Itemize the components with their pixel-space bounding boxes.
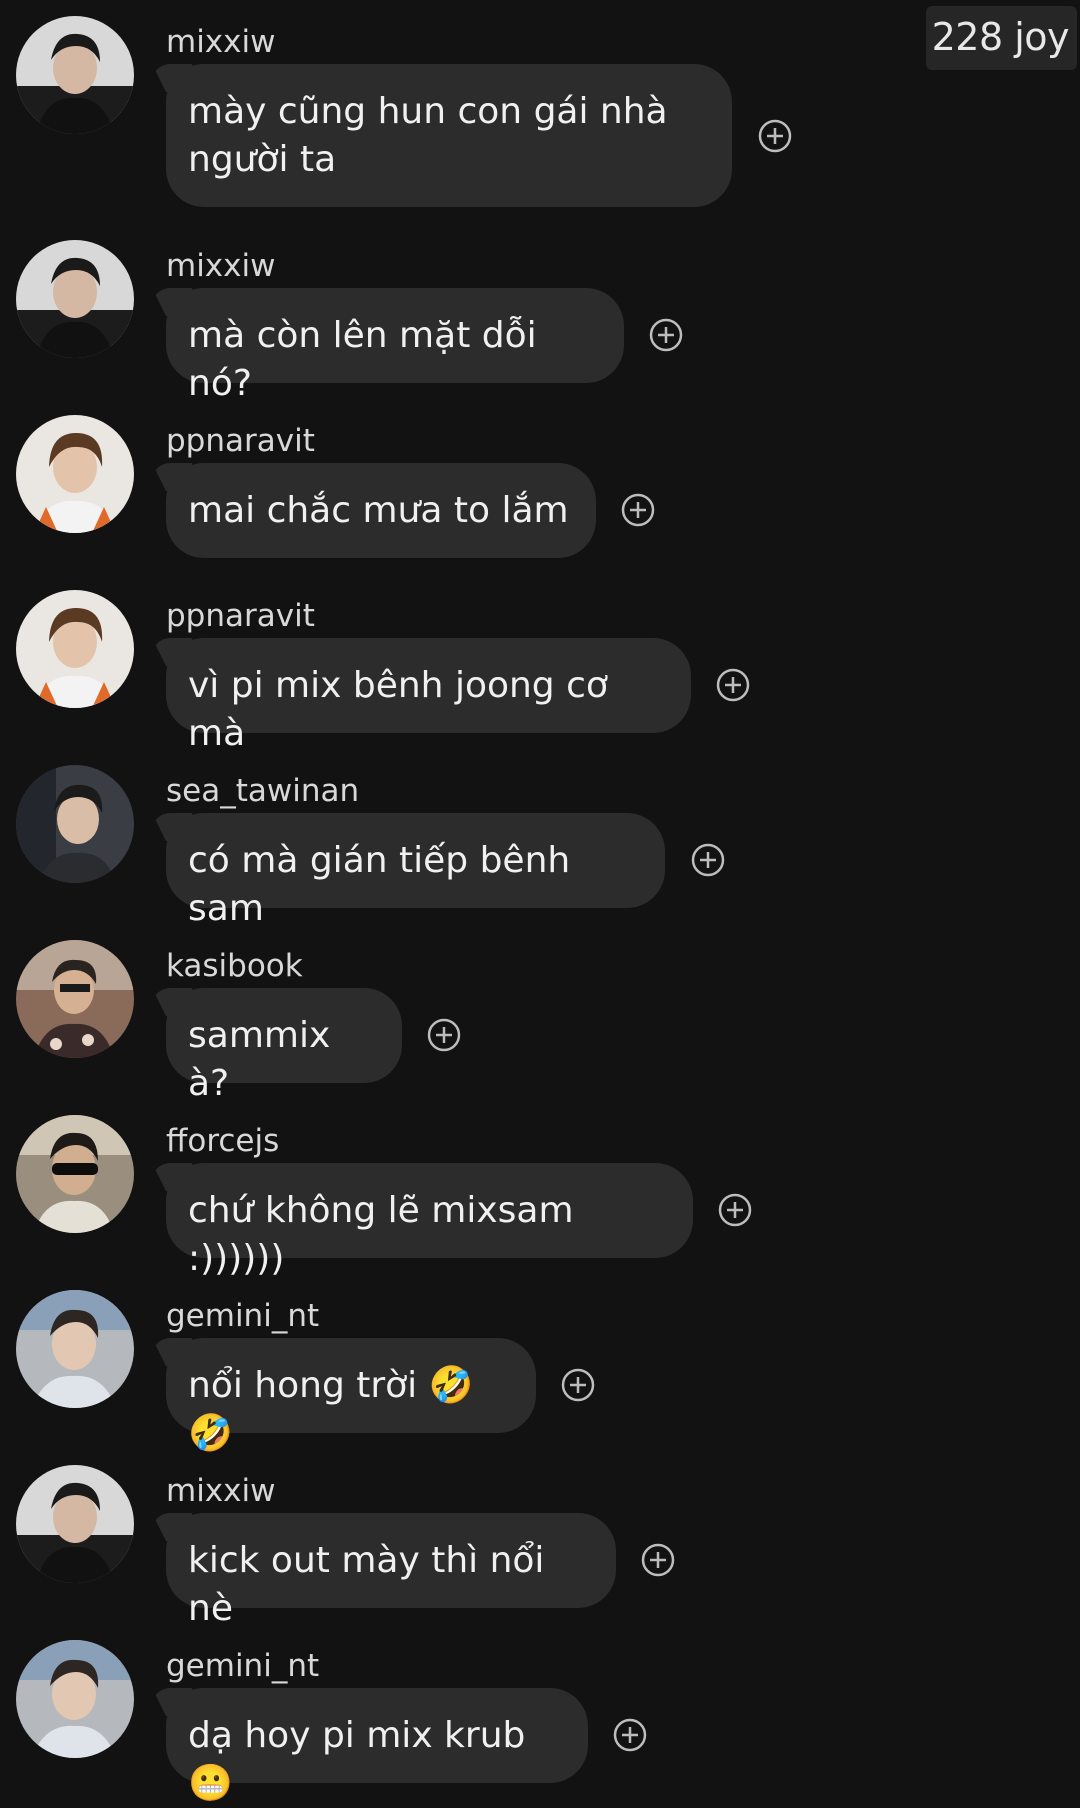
username[interactable]: gemini_nt <box>166 1651 319 1682</box>
message-text: mai chắc mưa to lắm <box>188 490 569 531</box>
add-reaction-icon[interactable] <box>718 1193 752 1227</box>
username[interactable]: kasibook <box>166 951 303 982</box>
username[interactable]: ppnaravit <box>166 601 315 632</box>
add-reaction-icon[interactable] <box>427 1018 461 1052</box>
add-reaction-icon[interactable] <box>613 1718 647 1752</box>
watermark-badge: 228 joy <box>925 6 1077 70</box>
message-bubble[interactable]: dạ hoy pi mix krub 😬 <box>166 1688 588 1804</box>
message-bubble[interactable]: mày cũng hun con gái nhà người ta <box>166 64 732 207</box>
username[interactable]: fforcejs <box>166 1126 279 1157</box>
avatar[interactable] <box>16 765 134 883</box>
message-text: mà còn lên mặt dỗi nó? <box>188 315 537 404</box>
message-text: sammix à? <box>188 1015 331 1104</box>
avatar[interactable] <box>16 1290 134 1408</box>
add-reaction-icon[interactable] <box>641 1543 675 1577</box>
avatar[interactable] <box>16 590 134 708</box>
message-text: mày cũng hun con gái nhà người ta <box>188 91 668 180</box>
message-text: kick out mày thì nổi nè <box>188 1540 545 1629</box>
message-text: nổi hong trời 🤣🤣 <box>188 1365 474 1454</box>
message-bubble[interactable]: có mà gián tiếp bênh sam <box>166 813 665 929</box>
add-reaction-icon[interactable] <box>691 843 725 877</box>
avatar[interactable] <box>16 1115 134 1233</box>
add-reaction-icon[interactable] <box>561 1368 595 1402</box>
message-bubble[interactable]: chứ không lẽ mixsam :)))))) <box>166 1163 693 1279</box>
username[interactable]: ppnaravit <box>166 426 315 457</box>
add-reaction-icon[interactable] <box>621 493 655 527</box>
add-reaction-icon[interactable] <box>716 668 750 702</box>
message-bubble[interactable]: mai chắc mưa to lắm <box>166 463 596 558</box>
username[interactable]: sea_tawinan <box>166 776 359 807</box>
message-bubble[interactable]: sammix à? <box>166 988 402 1104</box>
message-bubble[interactable]: vì pi mix bênh joong cơ mà <box>166 638 691 754</box>
add-reaction-icon[interactable] <box>649 318 683 352</box>
message-bubble[interactable]: nổi hong trời 🤣🤣 <box>166 1338 536 1454</box>
avatar[interactable] <box>16 415 134 533</box>
message-text: vì pi mix bênh joong cơ mà <box>188 665 608 754</box>
username[interactable]: mixxiw <box>166 27 275 58</box>
message-bubble[interactable]: mà còn lên mặt dỗi nó? <box>166 288 624 404</box>
avatar[interactable] <box>16 16 134 134</box>
message-text: có mà gián tiếp bênh sam <box>188 840 571 929</box>
avatar[interactable] <box>16 240 134 358</box>
add-reaction-icon[interactable] <box>758 119 792 153</box>
message-bubble[interactable]: kick out mày thì nổi nè <box>166 1513 616 1629</box>
username[interactable]: gemini_nt <box>166 1301 319 1332</box>
avatar[interactable] <box>16 1465 134 1583</box>
message-text: dạ hoy pi mix krub 😬 <box>188 1715 526 1804</box>
avatar[interactable] <box>16 1640 134 1758</box>
message-text: chứ không lẽ mixsam :)))))) <box>188 1190 574 1279</box>
username[interactable]: mixxiw <box>166 1476 275 1507</box>
username[interactable]: mixxiw <box>166 251 275 282</box>
avatar[interactable] <box>16 940 134 1058</box>
